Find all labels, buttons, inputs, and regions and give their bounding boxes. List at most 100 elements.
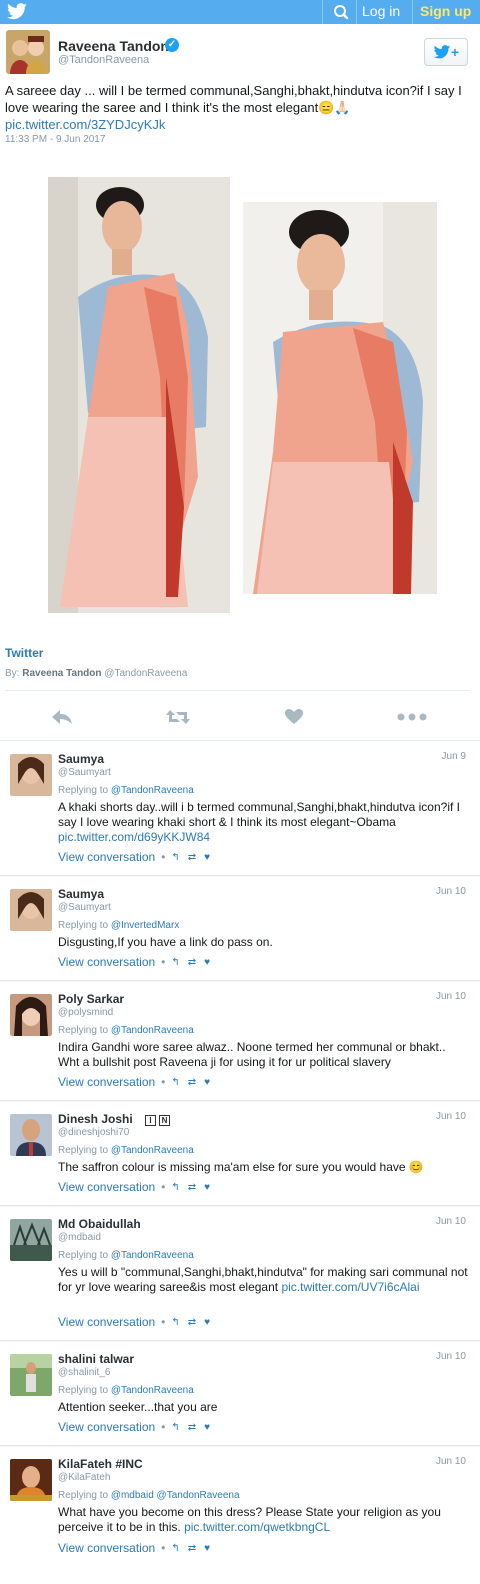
like-heart-icon[interactable]: ♥: [204, 1077, 210, 1088]
reply-date[interactable]: Jun 9: [442, 751, 466, 762]
view-conversation-link[interactable]: View conversation: [58, 850, 155, 864]
like-heart-icon[interactable]: ♥: [204, 1317, 210, 1328]
like-heart-icon[interactable]: ♥: [204, 1422, 210, 1433]
replying-to-handle[interactable]: @TandonRaveena: [111, 1250, 194, 1261]
tweet-media-link[interactable]: pic.twitter.com/3ZYDJcyKJk: [5, 117, 165, 132]
reply-item[interactable]: Md Obaidullah @mdbaid Jun 10 Replying to…: [0, 1207, 480, 1341]
reply-item[interactable]: Saumya @Saumyart Jun 9 Replying to @Tand…: [0, 742, 480, 876]
reply-item[interactable]: KilaFateh #INC @KilaFateh Jun 10 Replyin…: [0, 1447, 480, 1584]
follow-button[interactable]: +: [424, 38, 468, 66]
divider: [0, 740, 480, 741]
reply-icon[interactable]: ↰: [171, 1422, 179, 1433]
replying-prefix: Replying to: [58, 920, 109, 931]
view-conversation-link[interactable]: View conversation: [58, 1180, 155, 1194]
tweet-photo-2[interactable]: [243, 202, 437, 594]
retweet-icon[interactable]: [164, 706, 192, 728]
reply-author-handle[interactable]: @shalinit_6: [58, 1367, 110, 1378]
avatar[interactable]: [10, 889, 52, 931]
replying-to-handle[interactable]: @TandonRaveena: [111, 1025, 194, 1036]
reply-icon[interactable]: [48, 706, 76, 728]
reply-item[interactable]: Dinesh Joshi IN @dineshjoshi70 Jun 10 Re…: [0, 1102, 480, 1206]
reply-date[interactable]: Jun 10: [436, 1456, 466, 1467]
reply-icon[interactable]: ↰: [171, 1077, 179, 1088]
reply-icon[interactable]: ↰: [171, 1182, 179, 1193]
reply-item[interactable]: shalini talwar @shalinit_6 Jun 10 Replyi…: [0, 1342, 480, 1446]
retweet-icon[interactable]: ⇄: [188, 1077, 196, 1088]
replying-to-handle[interactable]: @TandonRaveena: [111, 1145, 194, 1156]
retweet-icon[interactable]: ⇄: [188, 1543, 196, 1554]
more-options-icon[interactable]: [396, 706, 428, 728]
avatar[interactable]: [10, 754, 52, 796]
like-heart-icon[interactable]: ♥: [204, 957, 210, 968]
reply-media-link[interactable]: pic.twitter.com/qwetkbngCL: [184, 1520, 330, 1534]
retweet-icon[interactable]: ⇄: [188, 1182, 196, 1193]
reply-icon[interactable]: ↰: [171, 1543, 179, 1554]
like-heart-icon[interactable]: ♥: [204, 852, 210, 863]
reply-author-handle[interactable]: @Saumyart: [58, 902, 111, 913]
avatar[interactable]: [10, 1219, 52, 1261]
reply-author-name[interactable]: KilaFateh #INC: [58, 1457, 143, 1471]
avatar[interactable]: [10, 994, 52, 1036]
search-icon[interactable]: [328, 3, 354, 21]
twitter-bird-icon[interactable]: [6, 3, 28, 21]
avatar[interactable]: [10, 1114, 52, 1156]
reply-author-handle[interactable]: @mdbaid: [58, 1232, 101, 1243]
reply-author-name[interactable]: Saumya: [58, 887, 104, 901]
like-heart-icon[interactable]: ♥: [204, 1543, 210, 1554]
reply-media-link[interactable]: pic.twitter.com/d69yKKJW84: [58, 830, 210, 844]
reply-icon[interactable]: ↰: [171, 957, 179, 968]
reply-author-handle[interactable]: @polysmind: [58, 1007, 113, 1018]
retweet-icon[interactable]: ⇄: [188, 852, 196, 863]
replying-to-handle[interactable]: @InvertedMarx: [111, 920, 180, 931]
reply-icon[interactable]: ↰: [171, 1317, 179, 1328]
reply-author-name[interactable]: Poly Sarkar: [58, 992, 124, 1006]
avatar[interactable]: [6, 30, 50, 74]
reply-author-handle[interactable]: @Saumyart: [58, 767, 111, 778]
replying-to-handle[interactable]: @mdbaid @TandonRaveena: [111, 1490, 240, 1501]
reply-icon[interactable]: ↰: [171, 852, 179, 863]
reply-author-name[interactable]: Md Obaidullah: [58, 1217, 141, 1231]
reply-item[interactable]: Saumya @Saumyart Jun 10 Replying to @Inv…: [0, 877, 480, 981]
view-conversation-link[interactable]: View conversation: [58, 955, 155, 969]
reply-author-name[interactable]: Dinesh Joshi: [58, 1112, 133, 1126]
view-conversation-link[interactable]: View conversation: [58, 1541, 155, 1555]
retweet-icon[interactable]: ⇄: [188, 957, 196, 968]
reply-media-link[interactable]: pic.twitter.com/UV7i6cAlai: [281, 1280, 419, 1294]
view-conversation-link[interactable]: View conversation: [58, 1420, 155, 1434]
reply-date[interactable]: Jun 10: [436, 991, 466, 1002]
card-by-name[interactable]: Raveena Tandon: [22, 668, 101, 679]
reply-date[interactable]: Jun 10: [436, 886, 466, 897]
tweet-actions: [0, 700, 480, 734]
like-heart-icon[interactable]: ♥: [204, 1182, 210, 1193]
card-source-link[interactable]: Twitter: [5, 646, 43, 660]
reply-footer: View conversation • ↰ ⇄ ♥: [58, 1541, 211, 1555]
divider: [412, 0, 413, 24]
avatar[interactable]: [10, 1354, 52, 1396]
retweet-icon[interactable]: ⇄: [188, 1317, 196, 1328]
card-by-handle[interactable]: @TandonRaveena: [104, 668, 187, 679]
reply-author-name[interactable]: shalini talwar: [58, 1352, 134, 1366]
like-heart-icon[interactable]: [280, 706, 308, 728]
view-conversation-link[interactable]: View conversation: [58, 1075, 155, 1089]
signup-link[interactable]: Sign up: [420, 3, 471, 19]
reply-author-handle[interactable]: @KilaFateh: [58, 1472, 110, 1483]
tweet-photo-1[interactable]: [48, 177, 230, 613]
retweet-icon[interactable]: ⇄: [188, 1422, 196, 1433]
view-conversation-link[interactable]: View conversation: [58, 1315, 155, 1329]
reply-date[interactable]: Jun 10: [436, 1351, 466, 1362]
login-link[interactable]: Log in: [362, 3, 400, 19]
replying-to-handle[interactable]: @TandonRaveena: [111, 1385, 194, 1396]
reply-author-name[interactable]: Saumya: [58, 752, 104, 766]
author-handle[interactable]: @TandonRaveena: [58, 54, 149, 66]
replying-to: Replying to @TandonRaveena: [58, 1145, 194, 1156]
reply-date[interactable]: Jun 10: [436, 1216, 466, 1227]
author-name[interactable]: Raveena Tandon: [58, 38, 169, 54]
replying-to-handle[interactable]: @TandonRaveena: [111, 785, 194, 796]
badge-icon: I: [145, 1115, 156, 1127]
tweet-timestamp[interactable]: 11:33 PM - 9 Jun 2017: [5, 134, 105, 145]
avatar[interactable]: [10, 1459, 52, 1501]
reply-item[interactable]: Poly Sarkar @polysmind Jun 10 Replying t…: [0, 982, 480, 1101]
replying-to: Replying to @TandonRaveena: [58, 1250, 194, 1261]
reply-date[interactable]: Jun 10: [436, 1111, 466, 1122]
reply-author-handle[interactable]: @dineshjoshi70: [58, 1127, 129, 1138]
